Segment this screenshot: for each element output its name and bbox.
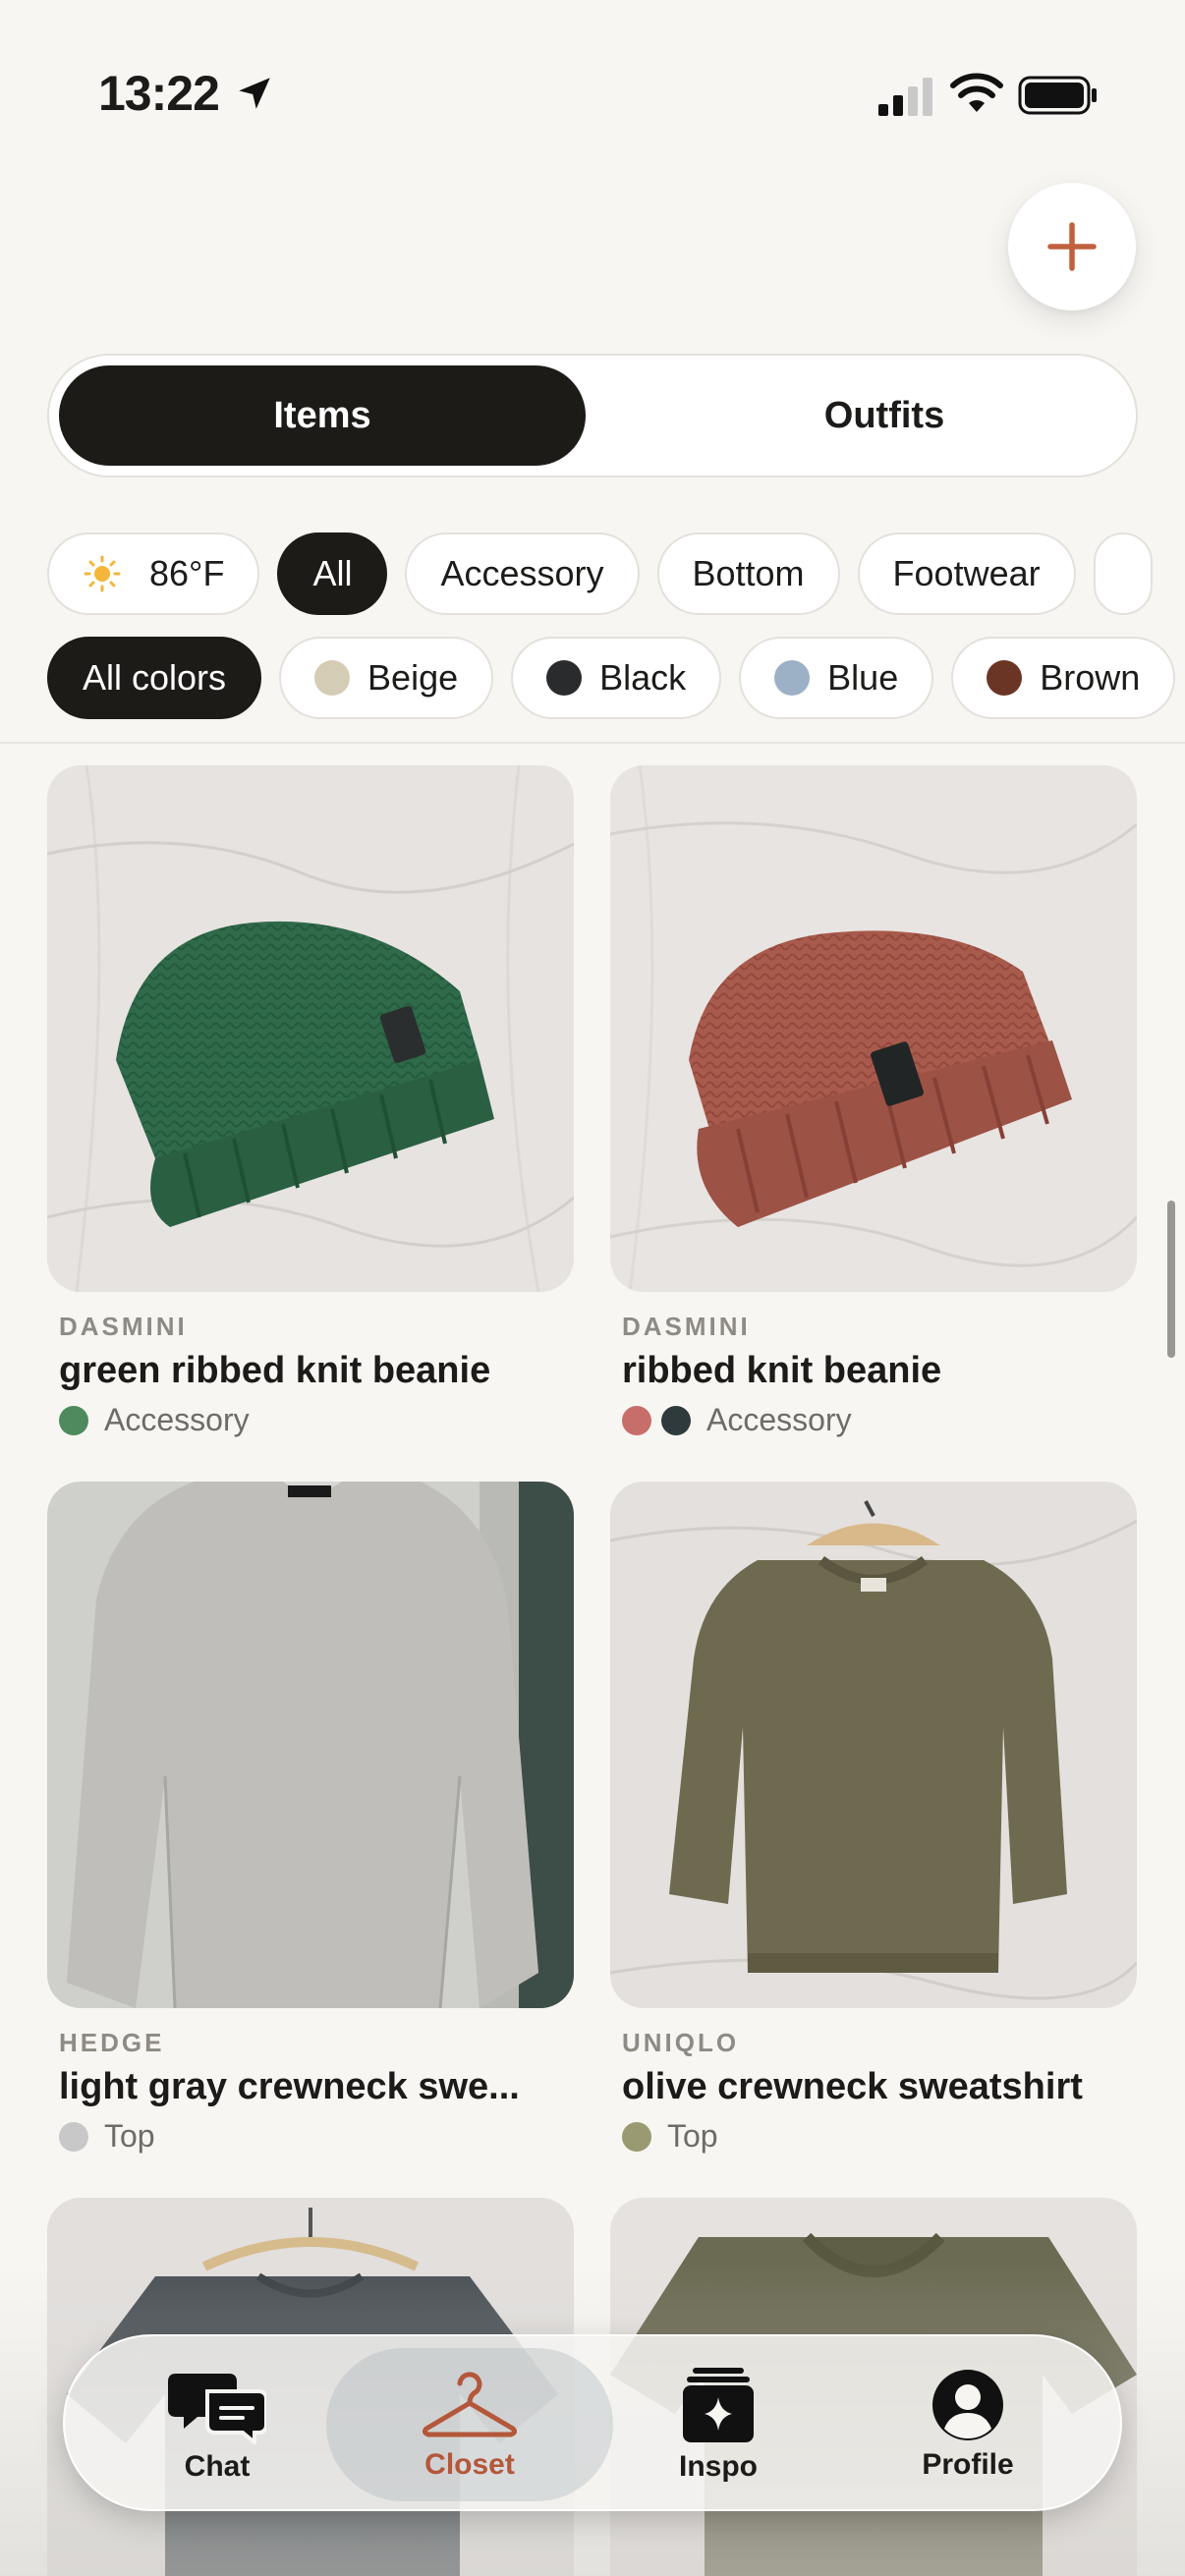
color-chip-label: Beige bbox=[367, 657, 459, 698]
color-chip-beige[interactable]: Beige bbox=[279, 637, 494, 719]
battery-icon bbox=[1018, 76, 1097, 115]
item-color-dot bbox=[661, 1405, 691, 1435]
status-bar: 13:22 bbox=[0, 0, 1185, 187]
item-photo bbox=[610, 765, 1137, 1292]
item-category: Accessory bbox=[706, 1402, 852, 1437]
item-color-dot bbox=[59, 2121, 88, 2152]
sparkle-cards-icon bbox=[683, 2368, 754, 2442]
person-icon bbox=[932, 2370, 1003, 2440]
scroll-indicator[interactable] bbox=[1167, 1201, 1175, 1358]
segment-items[interactable]: Items bbox=[59, 365, 586, 466]
weather-chip[interactable]: 86°F bbox=[47, 532, 260, 615]
item-name: light gray crewneck swe... bbox=[59, 2066, 520, 2107]
item-photo bbox=[47, 765, 574, 1292]
wifi-icon bbox=[950, 73, 1003, 112]
segment-outfits[interactable]: Outfits bbox=[639, 365, 1130, 466]
item-brand: DASMINI bbox=[622, 1312, 751, 1341]
hanger-icon bbox=[423, 2372, 517, 2437]
item-card[interactable]: DASMINI green ribbed knit beanie Accesso… bbox=[47, 765, 574, 1438]
item-name: ribbed knit beanie bbox=[622, 1350, 942, 1391]
item-brand: DASMINI bbox=[59, 1312, 188, 1341]
tab-chat[interactable]: Chat bbox=[94, 2348, 340, 2501]
color-chip-label: Blue bbox=[827, 657, 899, 698]
weather-label: 86°F bbox=[149, 553, 225, 593]
sun-icon bbox=[84, 555, 121, 592]
item-card[interactable]: UNIQLO olive crewneck sweatshirt Top bbox=[610, 1482, 1137, 2155]
add-item-button[interactable] bbox=[1008, 183, 1136, 310]
item-photo bbox=[47, 1482, 574, 2008]
tab-bar: Chat Closet Inspo Profile bbox=[63, 2334, 1122, 2511]
status-time: 13:22 bbox=[98, 66, 220, 121]
tab-label: Inspo bbox=[679, 2450, 758, 2483]
filter-divider bbox=[0, 742, 1185, 744]
item-card[interactable]: HEDGE light gray crewneck swe... Top bbox=[47, 1482, 574, 2155]
tab-profile[interactable]: Profile bbox=[845, 2348, 1091, 2501]
color-chip-black[interactable]: Black bbox=[511, 637, 722, 719]
category-chip-more[interactable] bbox=[1093, 532, 1153, 615]
category-filter-row: 86°F All Accessory Bottom Footwear bbox=[47, 532, 1153, 615]
item-color-dot bbox=[59, 1405, 88, 1435]
color-swatch bbox=[987, 660, 1023, 696]
color-filter-row: All colors Beige Black Blue Brown bbox=[47, 637, 1176, 719]
color-swatch bbox=[774, 660, 811, 696]
category-chip-footwear[interactable]: Footwear bbox=[857, 532, 1076, 615]
item-brand: HEDGE bbox=[59, 2028, 165, 2057]
tab-closet[interactable]: Closet bbox=[326, 2348, 613, 2501]
item-color-dot bbox=[622, 1405, 651, 1435]
plus-icon bbox=[1047, 222, 1097, 271]
category-chip-all[interactable]: All bbox=[277, 532, 388, 615]
items-outfits-segment: Items Outfits bbox=[47, 354, 1138, 477]
color-chip-blue[interactable]: Blue bbox=[739, 637, 934, 719]
item-photo bbox=[610, 1482, 1137, 2008]
tab-label: Profile bbox=[922, 2448, 1014, 2481]
color-chip-label: Brown bbox=[1040, 657, 1141, 698]
item-brand: UNIQLO bbox=[622, 2028, 740, 2057]
item-category: Top bbox=[667, 2118, 718, 2154]
color-chip-label: Black bbox=[599, 657, 687, 698]
item-category: Top bbox=[104, 2118, 155, 2154]
item-color-dot bbox=[622, 2121, 651, 2152]
category-chip-accessory[interactable]: Accessory bbox=[405, 532, 640, 615]
item-card[interactable]: DASMINI ribbed knit beanie Accessory bbox=[610, 765, 1137, 1438]
location-arrow-icon bbox=[239, 78, 270, 109]
item-name: olive crewneck sweatshirt bbox=[622, 2066, 1083, 2107]
item-name: green ribbed knit beanie bbox=[59, 1350, 491, 1391]
chat-bubbles-icon bbox=[168, 2374, 266, 2444]
color-swatch bbox=[546, 660, 583, 696]
cellular-signal-icon bbox=[878, 78, 932, 116]
item-meta: Top bbox=[47, 2118, 574, 2155]
item-category: Accessory bbox=[104, 1402, 250, 1437]
tab-label: Closet bbox=[424, 2448, 515, 2481]
color-chip-all[interactable]: All colors bbox=[47, 637, 262, 719]
item-meta: Accessory bbox=[47, 1402, 574, 1438]
color-swatch bbox=[314, 660, 351, 696]
item-meta: Top bbox=[610, 2118, 1137, 2155]
tab-label: Chat bbox=[184, 2450, 251, 2483]
category-chip-bottom[interactable]: Bottom bbox=[656, 532, 840, 615]
color-chip-brown[interactable]: Brown bbox=[951, 637, 1176, 719]
item-meta: Accessory bbox=[610, 1402, 1137, 1438]
tab-inspo[interactable]: Inspo bbox=[595, 2348, 841, 2501]
